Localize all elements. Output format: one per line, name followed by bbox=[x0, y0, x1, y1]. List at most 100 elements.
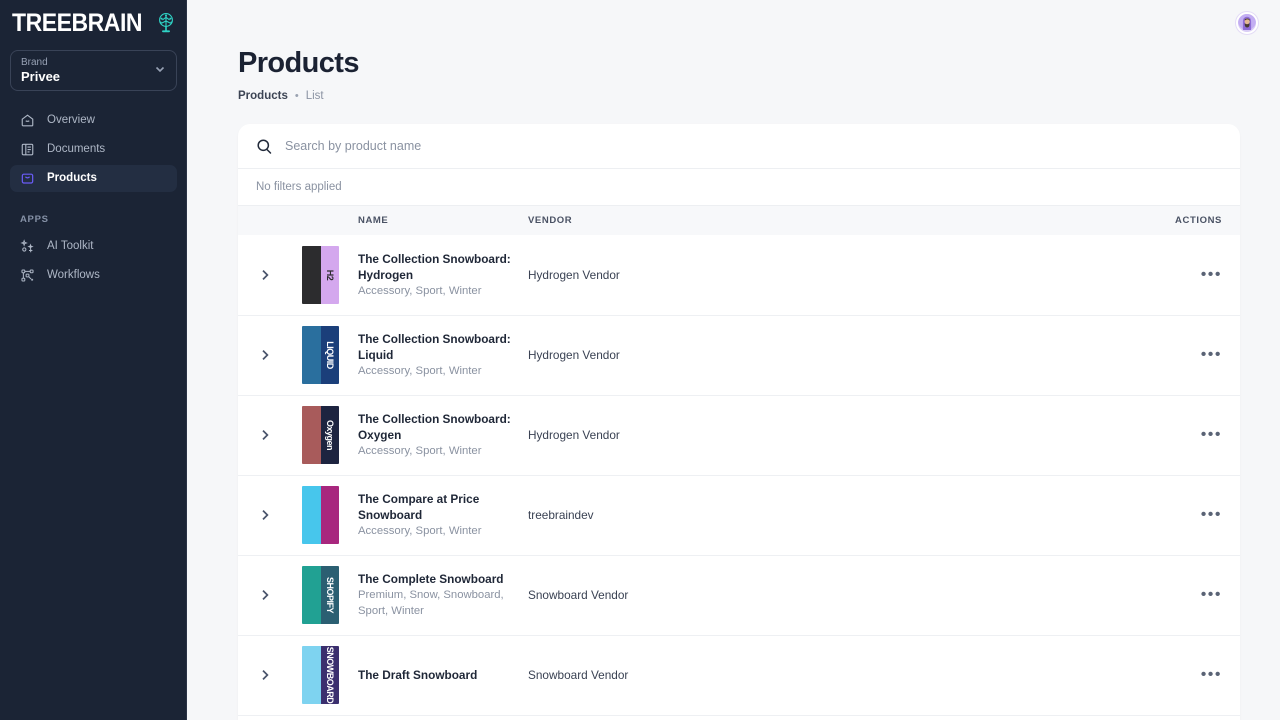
row-vendor-cell: Hydrogen Vendor bbox=[528, 315, 858, 395]
row-vendor-cell: Snowboard Vendor bbox=[528, 635, 858, 715]
apps-section-title: APPS bbox=[10, 214, 177, 225]
ellipsis-icon[interactable]: ••• bbox=[1201, 666, 1222, 683]
search-input[interactable] bbox=[285, 139, 1222, 153]
chevron-right-icon[interactable] bbox=[258, 508, 302, 522]
product-tags: Accessory, Sport, Winter bbox=[358, 363, 528, 379]
sidebar-item-workflows[interactable]: Workflows bbox=[10, 262, 177, 289]
search-bar bbox=[238, 124, 1240, 169]
breadcrumb-separator: • bbox=[295, 90, 299, 102]
chevron-right-icon[interactable] bbox=[258, 588, 302, 602]
row-expand-cell bbox=[238, 315, 302, 395]
ellipsis-icon[interactable]: ••• bbox=[1201, 506, 1222, 523]
row-name-cell: The Draft Snowboard bbox=[358, 635, 528, 715]
logo-wordmark: TREEBRAIN bbox=[12, 11, 142, 36]
page-header: Products Products • List bbox=[187, 46, 1280, 102]
products-table: NAME VENDOR ACTIONS H2 The Collection Sn… bbox=[238, 206, 1240, 716]
row-name-cell: The Collection Snowboard: Liquid Accesso… bbox=[358, 315, 528, 395]
shopping-bag-icon bbox=[20, 171, 35, 186]
row-expand-cell bbox=[238, 555, 302, 635]
chevron-right-icon[interactable] bbox=[258, 348, 302, 362]
chevron-down-icon bbox=[154, 62, 166, 80]
row-thumbnail-cell: SHOPIFY bbox=[302, 555, 358, 635]
row-thumbnail-cell: Oxygen bbox=[302, 395, 358, 475]
sidebar-item-documents[interactable]: Documents bbox=[10, 136, 177, 163]
sidebar-item-ai-toolkit-label: AI Toolkit bbox=[47, 241, 93, 253]
table-header: NAME VENDOR ACTIONS bbox=[238, 206, 1240, 235]
row-vendor-cell: treebraindev bbox=[528, 475, 858, 555]
column-header-expand bbox=[238, 206, 302, 235]
primary-nav: Overview Documents bbox=[10, 107, 177, 192]
chevron-right-icon[interactable] bbox=[258, 428, 302, 442]
ellipsis-icon[interactable]: ••• bbox=[1201, 346, 1222, 363]
brand-selector-label: Brand bbox=[21, 56, 60, 69]
row-actions-cell: ••• bbox=[858, 315, 1240, 395]
row-thumbnail-cell: SNOWBOARD bbox=[302, 635, 358, 715]
ellipsis-icon[interactable]: ••• bbox=[1201, 586, 1222, 603]
page-title: Products bbox=[238, 46, 1280, 80]
column-header-name: NAME bbox=[358, 206, 528, 235]
row-thumbnail-cell bbox=[302, 475, 358, 555]
row-name-cell: The Complete Snowboard Premium, Snow, Sn… bbox=[358, 555, 528, 635]
product-name: The Compare at Price Snowboard bbox=[358, 491, 528, 523]
product-name: The Collection Snowboard: Liquid bbox=[358, 331, 528, 363]
table-row[interactable]: Oxygen The Collection Snowboard: Oxygen … bbox=[238, 395, 1240, 475]
table-row[interactable]: SHOPIFY The Complete Snowboard Premium, … bbox=[238, 555, 1240, 635]
sidebar-item-overview-label: Overview bbox=[47, 115, 95, 127]
product-thumbnail: LIQUID bbox=[302, 326, 339, 384]
product-vendor: Hydrogen Vendor bbox=[528, 428, 620, 442]
column-header-thumbnail bbox=[302, 206, 358, 235]
app-logo[interactable]: TREEBRAIN bbox=[10, 0, 177, 46]
avatar[interactable] bbox=[1236, 12, 1258, 34]
sidebar-item-ai-toolkit[interactable]: AI Toolkit bbox=[10, 233, 177, 260]
brand-selector-value: Privee bbox=[21, 69, 60, 85]
document-icon bbox=[20, 142, 35, 157]
product-name: The Collection Snowboard: Oxygen bbox=[358, 411, 528, 443]
ellipsis-icon[interactable]: ••• bbox=[1201, 426, 1222, 443]
table-row[interactable]: H2 The Collection Snowboard: Hydrogen Ac… bbox=[238, 235, 1240, 315]
product-thumbnail: SNOWBOARD bbox=[302, 646, 339, 704]
product-vendor: Hydrogen Vendor bbox=[528, 268, 620, 282]
user-avatar-icon bbox=[1238, 12, 1256, 32]
product-thumbnail: H2 bbox=[302, 246, 339, 304]
row-thumbnail-cell: LIQUID bbox=[302, 315, 358, 395]
row-expand-cell bbox=[238, 475, 302, 555]
tree-icon bbox=[154, 11, 178, 35]
product-tags: Premium, Snow, Snowboard, Sport, Winter bbox=[358, 587, 528, 619]
search-icon bbox=[256, 138, 273, 155]
product-vendor: Snowboard Vendor bbox=[528, 668, 628, 682]
chevron-right-icon[interactable] bbox=[258, 268, 302, 282]
row-name-cell: The Collection Snowboard: Hydrogen Acces… bbox=[358, 235, 528, 315]
product-thumbnail: SHOPIFY bbox=[302, 566, 339, 624]
product-name: The Complete Snowboard bbox=[358, 571, 528, 587]
breadcrumb: Products • List bbox=[238, 90, 1280, 102]
breadcrumb-root[interactable]: Products bbox=[238, 90, 288, 102]
row-actions-cell: ••• bbox=[858, 635, 1240, 715]
sidebar: TREEBRAIN bbox=[0, 0, 187, 720]
filter-status-text: No filters applied bbox=[256, 181, 342, 193]
sidebar-item-products[interactable]: Products bbox=[10, 165, 177, 192]
workflow-nodes-icon bbox=[20, 268, 35, 283]
breadcrumb-current: List bbox=[306, 90, 324, 102]
row-vendor-cell: Snowboard Vendor bbox=[528, 555, 858, 635]
row-name-cell: The Compare at Price Snowboard Accessory… bbox=[358, 475, 528, 555]
table-row[interactable]: SNOWBOARD The Draft Snowboard Snowboard … bbox=[238, 635, 1240, 715]
column-header-actions: ACTIONS bbox=[858, 206, 1240, 235]
product-vendor: treebraindev bbox=[528, 508, 594, 522]
table-row[interactable]: The Compare at Price Snowboard Accessory… bbox=[238, 475, 1240, 555]
sidebar-item-overview[interactable]: Overview bbox=[10, 107, 177, 134]
chevron-right-icon[interactable] bbox=[258, 668, 302, 682]
ellipsis-icon[interactable]: ••• bbox=[1201, 266, 1222, 283]
apps-nav: AI Toolkit Workflows bbox=[10, 233, 177, 289]
sidebar-item-products-label: Products bbox=[47, 173, 97, 185]
row-actions-cell: ••• bbox=[858, 555, 1240, 635]
filter-status-bar: No filters applied bbox=[238, 169, 1240, 206]
table-row[interactable]: LIQUID The Collection Snowboard: Liquid … bbox=[238, 315, 1240, 395]
row-actions-cell: ••• bbox=[858, 475, 1240, 555]
column-header-vendor: VENDOR bbox=[528, 206, 858, 235]
row-name-cell: The Collection Snowboard: Oxygen Accesso… bbox=[358, 395, 528, 475]
table-body: H2 The Collection Snowboard: Hydrogen Ac… bbox=[238, 235, 1240, 715]
brand-selector[interactable]: Brand Privee bbox=[10, 50, 177, 91]
sidebar-item-documents-label: Documents bbox=[47, 144, 105, 156]
app-root: TREEBRAIN bbox=[0, 0, 1280, 720]
brand-selector-text: Brand Privee bbox=[21, 56, 60, 85]
